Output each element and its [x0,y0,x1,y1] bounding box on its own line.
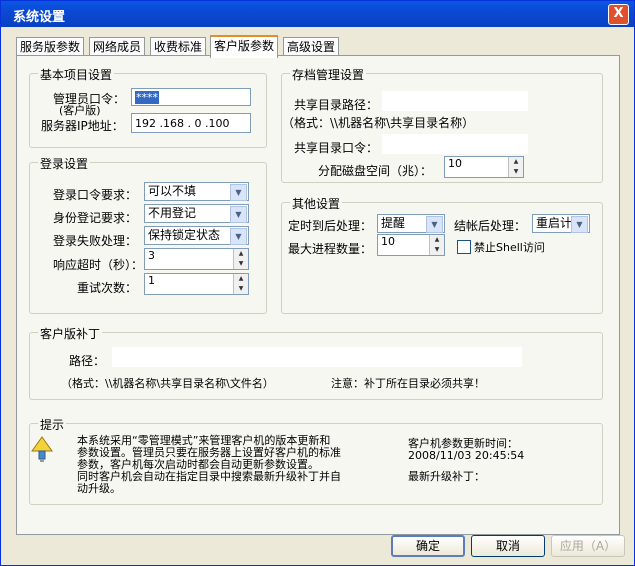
id-reg-label: 身份登记要求： [53,211,138,225]
tab-server-params[interactable]: 服务版参数 [16,37,85,56]
timer-label: 定时到后处理： [288,219,373,233]
chevron-down-icon[interactable]: ▼ [230,228,247,245]
disk-space-value: 10 [448,157,462,170]
server-ip-label: 服务器IP地址： [41,119,124,133]
fail-value: 保持锁定状态 [148,228,221,242]
server-ip-value: 192 .168 . 0 .100 [135,117,230,130]
spin-up-icon[interactable]: ▲ [430,235,444,245]
cancel-button[interactable]: 取消 [471,535,545,557]
spin-down-icon[interactable]: ▼ [234,284,248,294]
pw-req-select[interactable]: 可以不填 ▼ [144,182,249,201]
timeout-label: 响应超时（秒）： [53,258,144,272]
title-bar[interactable]: 系统设置 X [1,1,634,27]
patch-path-label: 路径： [69,354,106,368]
retry-value: 1 [148,274,155,287]
fail-select[interactable]: 保持锁定状态 ▼ [144,226,249,245]
patch-note: 注意：补丁所在目录必须共享！ [331,377,485,390]
server-ip-input[interactable]: 192 .168 . 0 .100 [131,113,251,133]
admin-pw-input[interactable]: **** [131,88,251,106]
spin-down-icon[interactable]: ▼ [430,245,444,255]
timer-value: 提醒 [381,216,406,230]
chevron-down-icon[interactable]: ▼ [571,216,588,233]
hint-line: 动升级。 [77,482,121,495]
id-reg-select[interactable]: 不用登记 ▼ [144,204,249,223]
update-time-value: 2008/11/03 20:45:54 [408,449,525,462]
tab-billing[interactable]: 收费标准 [150,37,207,56]
retry-label: 重试次数： [77,281,138,295]
pw-req-label: 登录口令要求： [53,188,138,202]
patch-path-input[interactable] [112,347,522,367]
spin-up-icon[interactable]: ▲ [234,274,248,284]
disable-shell-label: 禁止Shell访问 [474,241,545,254]
settings-window: 系统设置 X 服务版参数 网络成员 收费标准 客户版参数 高级设置 基本项目设置… [0,0,635,566]
admin-pw-sublabel: (客户版) [59,104,101,117]
share-path-input[interactable] [382,91,528,111]
share-format-hint: （格式：\\机器名称\共享目录名称） [282,116,475,130]
pw-req-value: 可以不填 [148,184,197,198]
spin-up-icon[interactable]: ▲ [509,157,523,167]
share-path-label: 共享目录路径： [294,98,379,112]
chevron-down-icon[interactable]: ▼ [230,184,247,201]
share-pw-label: 共享目录口令： [294,141,379,155]
patch-format-hint: （格式：\\机器名称\共享目录名称\文件名） [61,377,274,390]
close-button[interactable]: X [608,4,629,25]
patch-group-title: 客户版补丁 [38,325,103,342]
timer-select[interactable]: 提醒 ▼ [377,214,445,233]
archive-group-title: 存档管理设置 [290,66,367,83]
disk-space-stepper[interactable]: 10 ▲ ▼ [444,156,524,178]
spin-down-icon[interactable]: ▼ [509,167,523,177]
chevron-down-icon[interactable]: ▼ [426,216,443,233]
hint-text: 本系统采用“零管理模式”来管理客户机的版本更新和 参数设置。管理员只要在服务器上… [77,435,341,495]
share-pw-input[interactable] [382,134,528,154]
checkout-value: 重启计 [536,216,573,230]
disk-space-label: 分配磁盘空间（兆）： [318,164,433,178]
apply-button[interactable]: 应用（A） [551,535,625,557]
spin-down-icon[interactable]: ▼ [234,259,248,269]
tab-advanced[interactable]: 高级设置 [283,37,340,56]
max-proc-label: 最大进程数量： [288,242,373,256]
spin-up-icon[interactable]: ▲ [234,249,248,259]
other-group-title: 其他设置 [290,195,343,212]
close-icon: X [613,6,624,21]
checkout-select[interactable]: 重启计 ▼ [532,214,590,233]
max-proc-stepper[interactable]: 10 ▲ ▼ [377,234,445,256]
latest-patch-label: 最新升级补丁： [408,470,485,483]
hint-group-title: 提示 [38,416,67,433]
id-reg-value: 不用登记 [148,206,197,220]
login-group-title: 登录设置 [38,155,91,172]
timeout-stepper[interactable]: 3 ▲ ▼ [144,248,249,270]
tab-client-params[interactable]: 客户版参数 [210,35,279,58]
timeout-value: 3 [148,249,155,262]
window-title: 系统设置 [13,10,66,25]
admin-pw-value: **** [135,91,159,104]
tab-network-members[interactable]: 网络成员 [89,37,146,56]
lightbulb-hint-icon [31,436,53,462]
max-proc-value: 10 [381,235,395,248]
chevron-down-icon[interactable]: ▼ [230,206,247,223]
disable-shell-checkbox[interactable] [457,240,471,254]
checkout-label: 结帐后处理： [454,219,527,233]
retry-stepper[interactable]: 1 ▲ ▼ [144,273,249,295]
ok-button[interactable]: 确定 [391,535,465,557]
basic-group-title: 基本项目设置 [38,66,115,83]
fail-label: 登录失败处理： [53,234,138,248]
